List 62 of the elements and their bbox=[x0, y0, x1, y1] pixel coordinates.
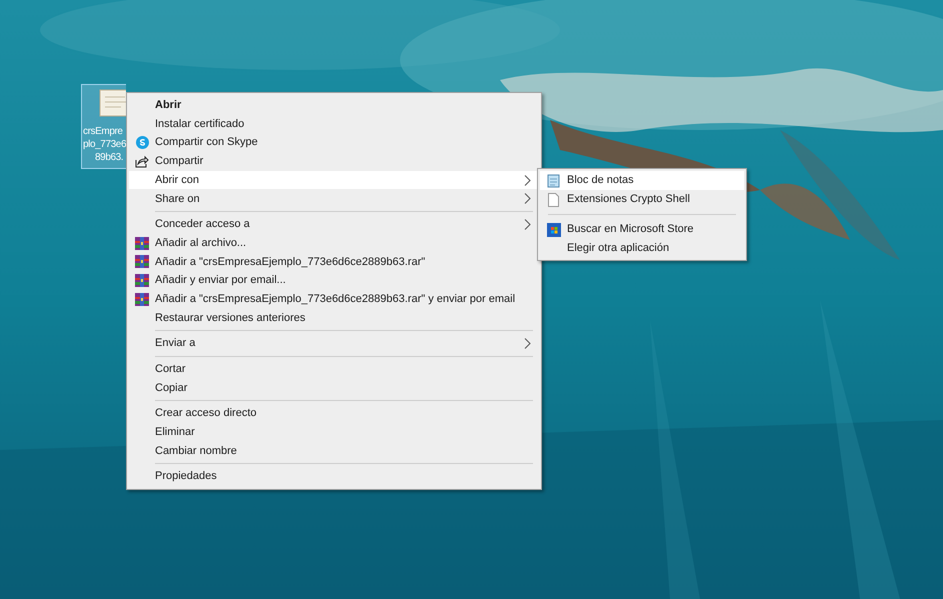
menu-item[interactable]: Añadir al archivo... bbox=[129, 234, 539, 252]
submenu-item-label: Extensiones Crypto Shell bbox=[567, 192, 690, 208]
submenu-item-label: Bloc de notas bbox=[567, 173, 634, 188]
menu-item[interactable]: Conceder acceso a bbox=[129, 215, 539, 234]
menu-item[interactable]: Abrir con bbox=[129, 170, 539, 190]
archive-icon bbox=[135, 274, 149, 288]
archive-icon bbox=[135, 292, 149, 306]
menu-item-label: Compartir bbox=[155, 154, 204, 170]
menu-item[interactable]: Cortar bbox=[129, 360, 539, 379]
menu-item[interactable]: Cambiar nombre bbox=[129, 442, 539, 460]
menu-item-label: Conceder acceso a bbox=[155, 217, 250, 232]
file-name-line: 89b63. bbox=[94, 151, 124, 164]
menu-item-label: Compartir con Skype bbox=[155, 135, 258, 150]
menu-item[interactable]: Instalar certificado bbox=[129, 114, 539, 134]
skype-icon bbox=[136, 136, 148, 150]
menu-item[interactable]: Abrir bbox=[129, 96, 539, 115]
menu-item[interactable]: Compartir con Skype bbox=[129, 133, 539, 152]
menu-item-label: Eliminar bbox=[155, 425, 195, 440]
menu-item[interactable]: Añadir y enviar por email... bbox=[129, 271, 539, 290]
file-name-line: crsEmpre bbox=[83, 125, 123, 138]
menu-item-label: Enviar a bbox=[155, 336, 196, 352]
chevron-right-icon bbox=[524, 174, 531, 186]
archive-icon bbox=[135, 236, 149, 250]
submenu-item-label: Elegir otra aplicación bbox=[567, 241, 670, 256]
menu-item-label: Añadir al archivo... bbox=[155, 236, 246, 251]
submenu-item[interactable]: Elegir otra aplicación bbox=[540, 239, 744, 258]
menu-item-label: Abrir bbox=[155, 98, 182, 114]
store-icon bbox=[546, 222, 560, 236]
share-icon bbox=[135, 154, 149, 168]
submenu-item[interactable]: Extensiones Crypto Shell bbox=[540, 190, 744, 209]
menu-item-label: Share on bbox=[155, 192, 200, 207]
submenu-item[interactable]: Bloc de notas bbox=[540, 171, 744, 190]
menu-item-label: Cortar bbox=[155, 362, 186, 378]
document-icon bbox=[548, 192, 559, 206]
menu-item-label: Propiedades bbox=[155, 469, 217, 484]
file-name-line: plo_773e6 bbox=[83, 138, 126, 151]
menu-item-label: Abrir con bbox=[155, 172, 200, 188]
submenu-item-label: Buscar en Microsoft Store bbox=[567, 222, 694, 238]
menu-item[interactable]: Añadir a "crsEmpresaEjemplo_773e6d6ce2889b63.rar" bbox=[129, 252, 539, 272]
menu-item[interactable]: Enviar a bbox=[129, 334, 539, 353]
menu-item-label: Restaurar versiones anteriores bbox=[155, 310, 306, 326]
chevron-right-icon bbox=[524, 193, 531, 204]
menu-item[interactable]: Propiedades bbox=[129, 467, 539, 486]
notepad-icon bbox=[547, 174, 560, 188]
submenu-item[interactable]: Buscar en Microsoft Store bbox=[540, 220, 744, 239]
chevron-right-icon bbox=[524, 218, 531, 230]
menu-item-label: Añadir a "crsEmpresaEjemplo_773e6d6ce2889b63.rar" y enviar por email bbox=[155, 292, 516, 307]
chevron-right-icon bbox=[524, 338, 531, 350]
menu-item-label: Cambiar nombre bbox=[155, 444, 237, 459]
menu-item[interactable]: Añadir a "crsEmpresaEjemplo_773e6d6ce2889b63.rar" y enviar por email bbox=[129, 290, 539, 309]
menu-item-label: Añadir a "crsEmpresaEjemplo_773e6d6ce2889b63.rar" bbox=[155, 254, 426, 270]
menu-item-label: Instalar certificado bbox=[155, 116, 244, 132]
menu-item-label: Copiar bbox=[155, 380, 188, 396]
menu-item[interactable]: Share on bbox=[129, 189, 539, 208]
menu-item-label: Añadir y enviar por email... bbox=[155, 273, 286, 288]
menu-item[interactable]: Restaurar versiones anteriores bbox=[129, 308, 539, 328]
menu-item[interactable]: Crear acceso directo bbox=[129, 404, 539, 423]
archive-icon bbox=[135, 255, 149, 268]
menu-item[interactable]: Compartir bbox=[129, 152, 539, 171]
menu-item[interactable]: Copiar bbox=[129, 378, 539, 398]
menu-item[interactable]: Eliminar bbox=[129, 423, 539, 442]
menu-item-label: Crear acceso directo bbox=[155, 406, 256, 422]
